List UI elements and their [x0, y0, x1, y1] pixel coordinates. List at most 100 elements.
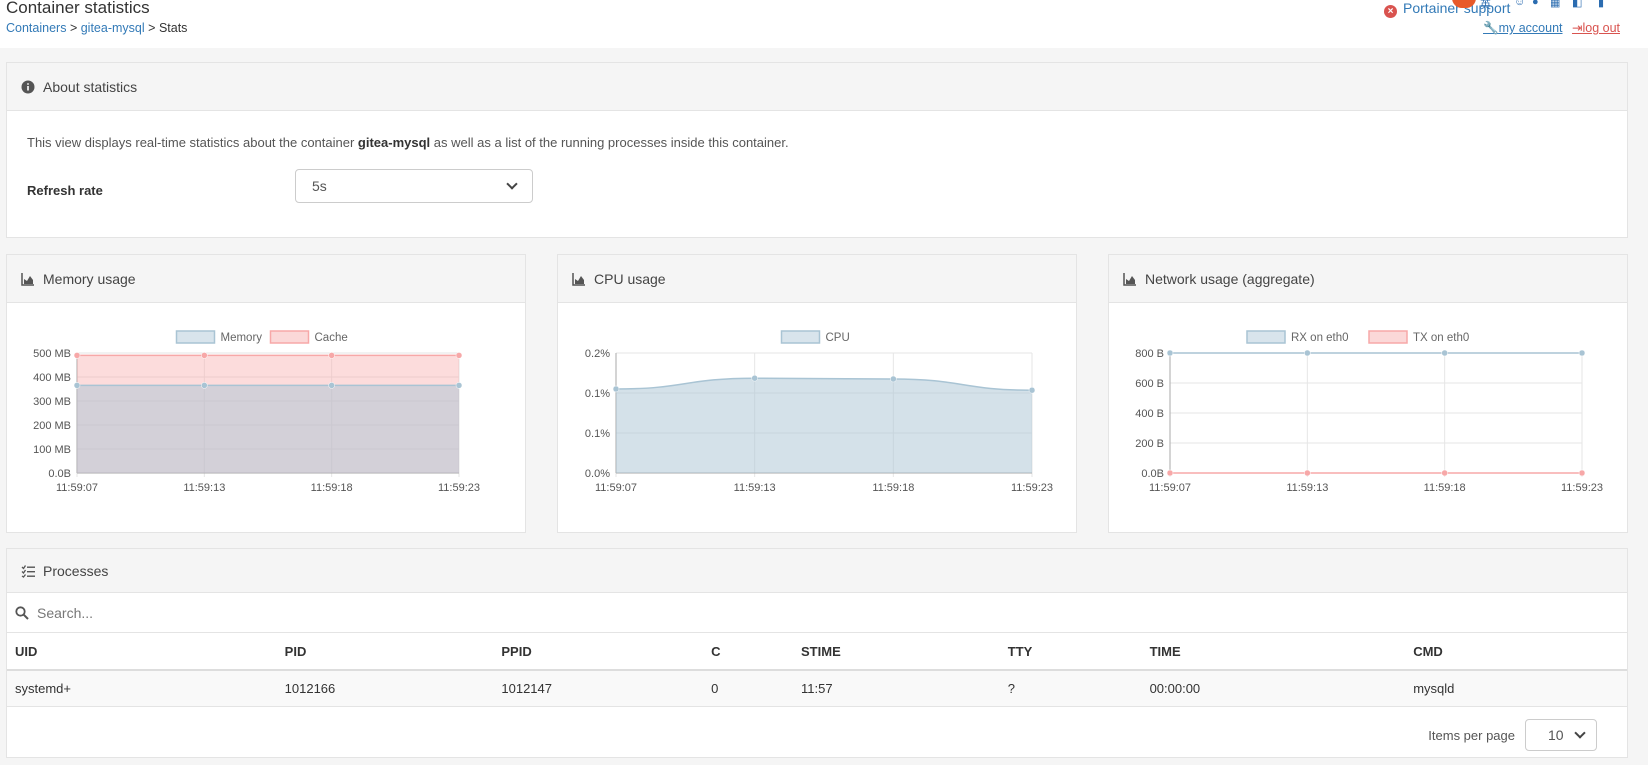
column-header[interactable]: CMD	[1405, 633, 1627, 671]
y-tick-label: 0.2%	[585, 348, 610, 360]
y-tick-label: 500 MB	[33, 348, 71, 360]
refresh-rate-value: 5s	[312, 178, 327, 194]
search-input[interactable]	[37, 604, 437, 621]
legend-swatch	[269, 330, 310, 344]
data-point	[1166, 349, 1174, 357]
y-tick-label: 200 MB	[33, 420, 71, 432]
column-header[interactable]: TIME	[1141, 633, 1406, 671]
processes-table: UID PID PPID C STIME TTY TIME CMD systemd+ 10121…	[7, 633, 1627, 707]
ime-punct-icon[interactable]: ‘	[1500, 0, 1502, 8]
ime-emoji-icon[interactable]: ☺	[1514, 0, 1525, 8]
data-point	[890, 375, 897, 383]
ime-toolbar: 英 ‘ ☺ ● ▦ ◧ ▮	[1452, 0, 1648, 12]
data-point	[1441, 469, 1448, 477]
column-header[interactable]: TTY	[999, 633, 1142, 671]
my-account-link[interactable]: 🔧my account	[1483, 21, 1563, 35]
items-per-page-select[interactable]: 10	[1525, 719, 1597, 751]
x-tick-label: 11:59:13	[1286, 482, 1328, 494]
y-tick-label: 600 B	[1135, 378, 1164, 390]
y-tick-label: 800 B	[1135, 348, 1164, 360]
ime-menu-icon[interactable]: ▮	[1598, 0, 1604, 9]
page-title: Container statistics	[6, 0, 150, 17]
column-header[interactable]: UID	[7, 633, 277, 671]
x-tick-label: 11:59:18	[311, 482, 353, 494]
data-point	[612, 385, 620, 393]
data-point	[455, 352, 463, 359]
items-per-page-label: Items per page	[1428, 727, 1515, 743]
column-header[interactable]: PID	[276, 633, 494, 671]
my-account-label: my account	[1498, 21, 1563, 35]
ime-keyboard-icon[interactable]: ▦	[1550, 0, 1560, 9]
close-circle-icon: ×	[1384, 5, 1397, 18]
network-usage-panel: Network usage (aggregate) RX on eth0 TX o…	[1108, 254, 1628, 533]
series-area	[77, 385, 459, 473]
about-statistics-panel: About statistics This view displays real…	[6, 62, 1628, 238]
x-tick-label: 11:59:13	[734, 482, 776, 494]
network-usage-header: Network usage (aggregate)	[1109, 255, 1627, 303]
x-tick-label: 11:59:18	[1424, 482, 1466, 494]
breadcrumb-separator: >	[148, 21, 156, 35]
legend-swatch	[780, 330, 821, 344]
cpu-chart: CPU 0.0% 0.1% 0.1% 0.2% 11:59:07 11:59:13 11:59…	[558, 303, 1076, 533]
y-tick-label: 0.0%	[585, 468, 610, 480]
y-tick-label: 300 MB	[33, 396, 71, 408]
ime-lang[interactable]: 英	[1480, 0, 1491, 12]
cpu-usage-panel: CPU usage CPU 0.0% 0.1% 0.1% 0.2% 11:59:07 11:…	[557, 254, 1077, 533]
about-text-before: This view displays real-time statistics …	[27, 135, 358, 150]
log-out-label: log out	[1582, 21, 1620, 35]
about-statistics-title: About statistics	[43, 78, 138, 95]
y-tick-label: 100 MB	[33, 444, 71, 456]
log-out-link[interactable]: ⇥log out	[1572, 21, 1620, 35]
breadcrumb: Containers > gitea-mysql > Stats	[6, 21, 187, 35]
network-usage-title: Network usage (aggregate)	[1145, 270, 1315, 287]
ime-skin-icon[interactable]: ◧	[1572, 0, 1582, 9]
data-point	[1166, 469, 1174, 477]
column-header[interactable]: C	[703, 633, 794, 671]
table-cell: 11:57	[793, 670, 1000, 707]
legend-label: Cache	[315, 332, 348, 344]
data-point	[1028, 386, 1036, 394]
area-chart-icon	[1123, 272, 1136, 286]
ime-mic-icon[interactable]: ●	[1532, 0, 1539, 8]
legend-swatch	[1368, 330, 1408, 344]
chevron-down-icon	[506, 178, 518, 190]
search-bar	[7, 593, 1627, 633]
about-container-name: gitea-mysql	[357, 135, 431, 150]
data-point	[201, 382, 208, 389]
column-header[interactable]: PPID	[493, 633, 704, 671]
breadcrumb-containers[interactable]: Containers	[6, 21, 66, 35]
x-tick-label: 11:59:07	[1149, 482, 1191, 494]
processes-title: Processes	[43, 562, 109, 579]
x-tick-label: 11:59:18	[872, 482, 914, 494]
refresh-rate-label: Refresh rate	[27, 183, 103, 198]
page-header: Container statistics Containers > gitea-…	[0, 0, 1648, 48]
refresh-rate-select[interactable]: 5s	[295, 169, 533, 203]
table-row: systemd+ 1012166 1012147 0 11:57? 00:00:00 mys…	[7, 670, 1627, 707]
table-cell: systemd+	[7, 670, 277, 707]
data-point	[328, 352, 335, 359]
legend-label: Memory	[221, 332, 263, 344]
search-icon	[15, 605, 29, 620]
series-area	[616, 378, 1032, 473]
x-tick-label: 11:59:07	[595, 482, 637, 494]
x-tick-label: 11:59:23	[438, 482, 480, 494]
y-tick-label: 400 B	[1135, 408, 1164, 420]
x-tick-label: 11:59:13	[183, 482, 225, 494]
y-tick-label: 0.1%	[585, 428, 610, 440]
column-header[interactable]: STIME	[793, 633, 1000, 671]
breadcrumb-container[interactable]: gitea-mysql	[81, 21, 145, 35]
table-cell: 00:00:00	[1141, 670, 1406, 707]
memory-usage-header: Memory usage	[7, 255, 525, 303]
memory-usage-panel: Memory usage Memory Cache 0.0B 100 MB 200 MB…	[6, 254, 526, 533]
cpu-usage-header: CPU usage	[558, 255, 1076, 303]
x-tick-label: 11:59:23	[1011, 482, 1053, 494]
network-chart: RX on eth0 TX on eth0 0.0B 200 B 400 B 600 B 8…	[1109, 303, 1627, 533]
items-per-page-value: 10	[1548, 727, 1564, 743]
wrench-icon: 🔧	[1483, 21, 1499, 35]
table-header-row: UID PID PPID C STIME TTY TIME CMD	[7, 633, 1627, 671]
y-tick-label: 0.0B	[1141, 468, 1164, 480]
header-user-area: × Portainer support 英 ‘ ☺ ● ▦ ◧ ▮ 🔧my acc…	[1348, 0, 1648, 48]
data-point	[73, 352, 81, 359]
y-tick-label: 200 B	[1135, 438, 1164, 450]
user-links: 🔧my account ⇥log out	[1477, 20, 1620, 36]
